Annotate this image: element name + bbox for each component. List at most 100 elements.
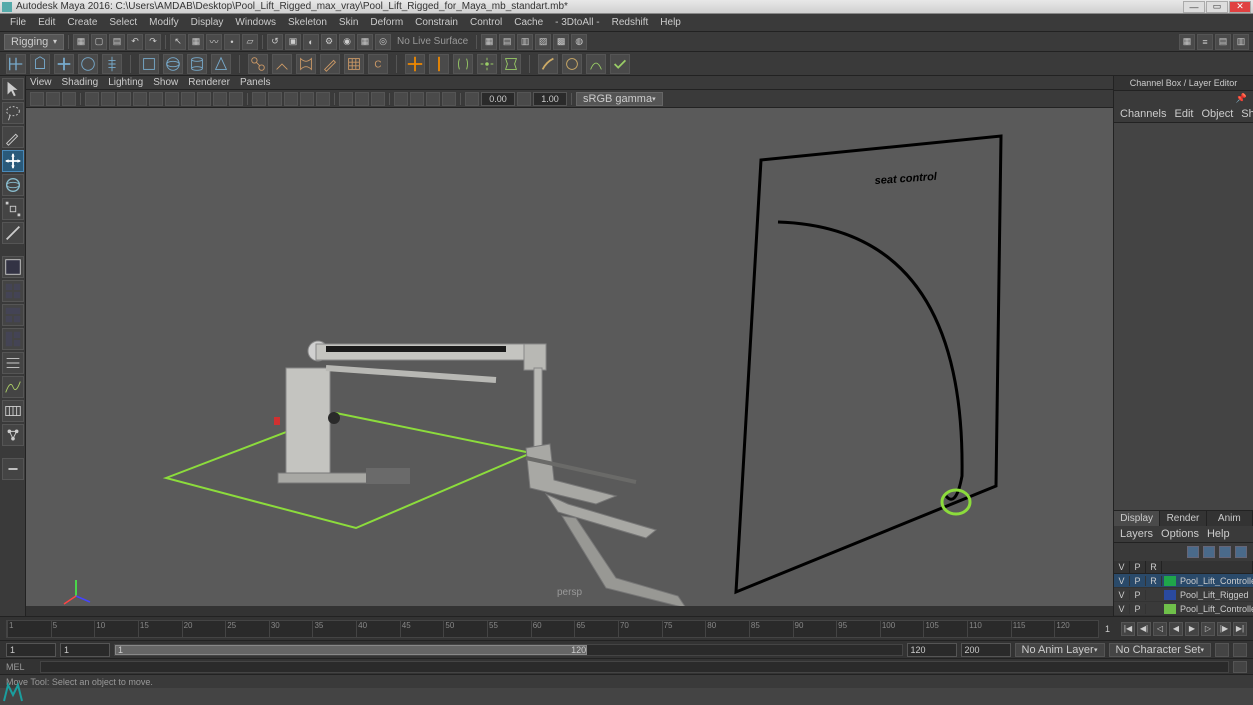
rotate-tool[interactable] [2, 174, 24, 196]
panel-pin-icon[interactable]: 📌 [1114, 91, 1253, 106]
sphere-icon[interactable] [163, 54, 183, 74]
panel-layout-2-icon[interactable]: ≡ [1197, 34, 1213, 50]
vp-resgate-icon[interactable] [117, 92, 131, 106]
layer-row[interactable]: VPPool_Lift_Controllers [1114, 602, 1253, 616]
key-fwd-icon[interactable]: ▷ [1201, 622, 1215, 636]
vp-shadow-icon[interactable] [229, 92, 243, 106]
layer-p-cell[interactable]: P [1130, 576, 1146, 586]
four-view-icon[interactable] [2, 280, 24, 302]
vp-smooth-icon[interactable] [181, 92, 195, 106]
layer-up-icon[interactable] [1187, 546, 1199, 558]
viewport[interactable]: seat control persp [26, 108, 1113, 606]
vp-a-icon[interactable] [394, 92, 408, 106]
toggle-1-icon[interactable]: ▦ [481, 34, 497, 50]
layertab-anim[interactable]: Anim [1207, 511, 1253, 526]
command-lang-label[interactable]: MEL [6, 662, 36, 672]
new-scene-icon[interactable]: ▦ [73, 34, 89, 50]
range-view-end[interactable]: 120 [907, 643, 957, 657]
layer-new-icon[interactable] [1235, 546, 1247, 558]
vp-gamma-value[interactable]: 1.00 [533, 92, 567, 106]
toggle-5-icon[interactable]: ▩ [553, 34, 569, 50]
field-icon[interactable] [501, 54, 521, 74]
layer-color-swatch[interactable] [1164, 590, 1176, 600]
menu-file[interactable]: File [4, 15, 32, 30]
viewmenu-panels[interactable]: Panels [240, 77, 271, 88]
menu-skin[interactable]: Skin [333, 15, 364, 30]
play-fwd-icon[interactable]: ▶ [1185, 622, 1199, 636]
minimize-button[interactable]: — [1183, 1, 1205, 13]
history-icon[interactable]: ↺ [267, 34, 283, 50]
menu-help[interactable]: Help [654, 15, 687, 30]
vp-iso-icon[interactable] [252, 92, 266, 106]
sculpt-icon[interactable] [562, 54, 582, 74]
vp-exposure-value[interactable]: 0.00 [481, 92, 515, 106]
hypershade-icon[interactable]: ◉ [339, 34, 355, 50]
range-track[interactable]: 1 120 [114, 644, 903, 656]
vp-safe-icon[interactable] [149, 92, 163, 106]
single-view-icon[interactable] [2, 256, 24, 278]
anim-layer-combo[interactable]: No Anim Layer [1015, 643, 1105, 657]
key-back-icon[interactable]: ◁ [1153, 622, 1167, 636]
autokey-icon[interactable] [1215, 643, 1229, 657]
move-tool[interactable] [2, 150, 24, 172]
vp-image-icon[interactable] [62, 92, 76, 106]
range-view-start[interactable]: 1 [60, 643, 110, 657]
layer-v-cell[interactable]: V [1114, 590, 1130, 600]
layer-r-cell[interactable]: R [1146, 576, 1162, 586]
menu-control[interactable]: Control [464, 15, 508, 30]
layercol-p[interactable]: P [1130, 561, 1146, 573]
step-fwd-icon[interactable]: |▶ [1217, 622, 1231, 636]
layer-v-cell[interactable]: V [1114, 576, 1130, 586]
shelf-move-icon[interactable] [54, 54, 74, 74]
layermenu-help[interactable]: Help [1207, 528, 1230, 540]
vp-gate-icon[interactable] [133, 92, 147, 106]
ipr-icon[interactable]: ◐ [303, 34, 319, 50]
vp-ao-icon[interactable] [284, 92, 298, 106]
go-end-icon[interactable]: ▶| [1233, 622, 1247, 636]
cone-icon[interactable] [211, 54, 231, 74]
toggle-3-icon[interactable]: ▥ [517, 34, 533, 50]
vp-light-icon[interactable] [213, 92, 227, 106]
menu-skeleton[interactable]: Skeleton [282, 15, 333, 30]
layertab-render[interactable]: Render [1160, 511, 1206, 526]
shelf-rotate-icon[interactable] [78, 54, 98, 74]
ik-icon[interactable] [272, 54, 292, 74]
layer-v-cell[interactable]: V [1114, 604, 1130, 614]
channeltab-edit[interactable]: Edit [1174, 108, 1193, 120]
close-button[interactable]: ✕ [1229, 1, 1251, 13]
cube-icon[interactable] [139, 54, 159, 74]
vp-gamma-icon[interactable] [355, 92, 369, 106]
vp-texture-icon[interactable] [197, 92, 211, 106]
channeltab-channels[interactable]: Channels [1120, 108, 1166, 120]
vp-exposure-icon[interactable] [339, 92, 353, 106]
render-icon[interactable]: ▣ [285, 34, 301, 50]
shelf-scale-icon[interactable] [102, 54, 122, 74]
layer-row[interactable]: VPPool_Lift_Rigged [1114, 588, 1253, 602]
hypergraph-icon[interactable] [2, 424, 24, 446]
layertab-display[interactable]: Display [1114, 511, 1160, 526]
vp-c-icon[interactable] [426, 92, 440, 106]
vp-colorspace-combo[interactable]: sRGB gamma▾ [576, 92, 663, 106]
toggle-4-icon[interactable]: ▨ [535, 34, 551, 50]
paint-icon[interactable] [320, 54, 340, 74]
undo-icon[interactable]: ↶ [127, 34, 143, 50]
last-tool[interactable] [2, 222, 24, 244]
vp-b-icon[interactable] [410, 92, 424, 106]
range-end[interactable]: 200 [961, 643, 1011, 657]
vp-grid-icon[interactable] [85, 92, 99, 106]
vp-gamut-icon[interactable] [371, 92, 385, 106]
viewmenu-lighting[interactable]: Lighting [108, 77, 143, 88]
collapse-icon[interactable] [2, 458, 24, 480]
outliner-icon[interactable] [2, 352, 24, 374]
viewmenu-renderer[interactable]: Renderer [188, 77, 230, 88]
menu-select[interactable]: Select [103, 15, 143, 30]
menu-deform[interactable]: Deform [364, 15, 409, 30]
layout-3b-icon[interactable] [2, 328, 24, 350]
menu-create[interactable]: Create [61, 15, 103, 30]
render-view-icon[interactable]: ▦ [357, 34, 373, 50]
command-input[interactable] [40, 661, 1229, 673]
menu-cache[interactable]: Cache [508, 15, 549, 30]
layer-down-icon[interactable] [1203, 546, 1215, 558]
layer-row[interactable]: VPRPool_Lift_Controllers_l [1114, 574, 1253, 588]
live-icon[interactable]: ◎ [375, 34, 391, 50]
